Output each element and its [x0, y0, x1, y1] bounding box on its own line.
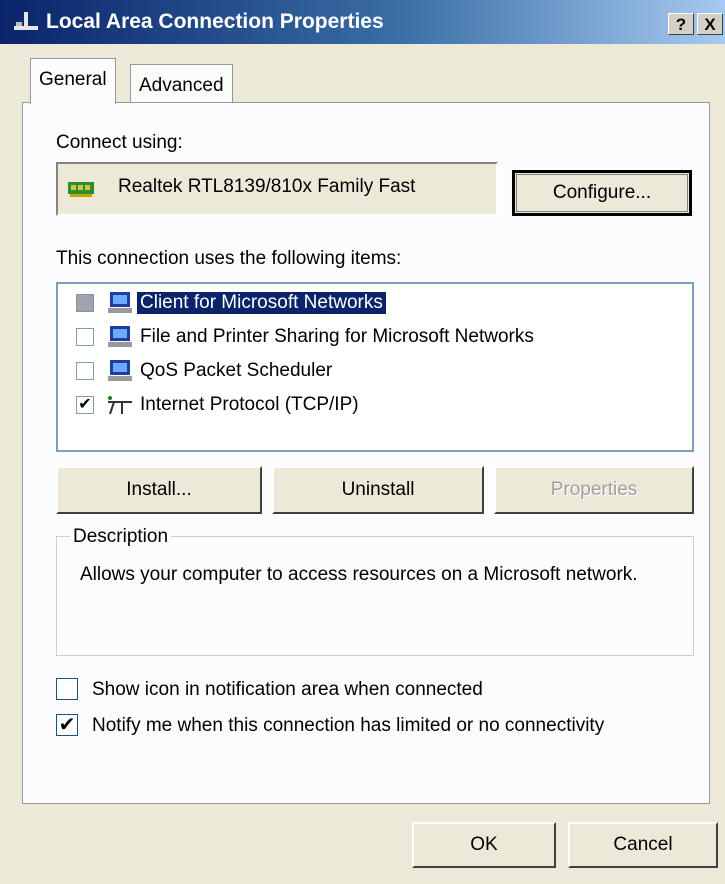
computer-network-icon: [108, 326, 132, 347]
items-label: This connection uses the following items…: [56, 248, 402, 269]
show-icon-checkbox[interactable]: [56, 678, 78, 700]
properties-button[interactable]: Properties: [494, 466, 694, 514]
item-label: File and Printer Sharing for Microsoft N…: [140, 326, 534, 347]
item-label: Client for Microsoft Networks: [136, 291, 387, 315]
show-icon-label: Show icon in notification area when conn…: [92, 679, 483, 700]
adapter-name: Realtek RTL8139/810x Family Fast: [118, 176, 416, 197]
ok-button[interactable]: OK: [412, 822, 556, 868]
item-checkbox[interactable]: [76, 328, 94, 346]
item-checkbox[interactable]: ✔: [76, 396, 94, 414]
computer-network-icon: [108, 360, 132, 381]
cancel-button[interactable]: Cancel: [568, 822, 718, 868]
description-legend: Description: [70, 526, 172, 548]
description-group: [56, 536, 694, 656]
help-button[interactable]: ?: [668, 13, 694, 35]
computer-network-icon: [108, 292, 132, 313]
title-bar: Local Area Connection Properties ? X: [0, 0, 725, 44]
configure-button[interactable]: Configure...: [512, 170, 692, 216]
window-title: Local Area Connection Properties: [46, 10, 384, 33]
list-item[interactable]: ✔ Internet Protocol (TCP/IP): [58, 390, 692, 424]
network-card-icon: [68, 182, 94, 197]
notify-label: Notify me when this connection has limit…: [92, 715, 605, 736]
item-label: QoS Packet Scheduler: [140, 360, 333, 381]
list-item[interactable]: File and Printer Sharing for Microsoft N…: [58, 322, 692, 356]
connect-using-label: Connect using:: [56, 132, 183, 153]
tab-general[interactable]: General: [30, 58, 116, 104]
tab-advanced[interactable]: Advanced: [130, 64, 233, 104]
install-button[interactable]: Install...: [56, 466, 262, 514]
uninstall-button[interactable]: Uninstall: [272, 466, 484, 514]
item-label: Internet Protocol (TCP/IP): [140, 394, 359, 415]
close-button[interactable]: X: [697, 13, 723, 35]
network-connection-icon: [14, 12, 38, 30]
list-item[interactable]: QoS Packet Scheduler: [58, 356, 692, 390]
item-checkbox[interactable]: [76, 294, 94, 312]
description-text: Allows your computer to access resources…: [80, 564, 638, 585]
item-checkbox[interactable]: [76, 362, 94, 380]
list-item[interactable]: Client for Microsoft Networks: [58, 288, 692, 322]
adapter-field: Realtek RTL8139/810x Family Fast: [56, 162, 498, 216]
items-list[interactable]: Client for Microsoft Networks File and P…: [56, 282, 694, 452]
notify-checkbox[interactable]: ✔: [56, 714, 78, 736]
protocol-icon: [108, 396, 132, 415]
